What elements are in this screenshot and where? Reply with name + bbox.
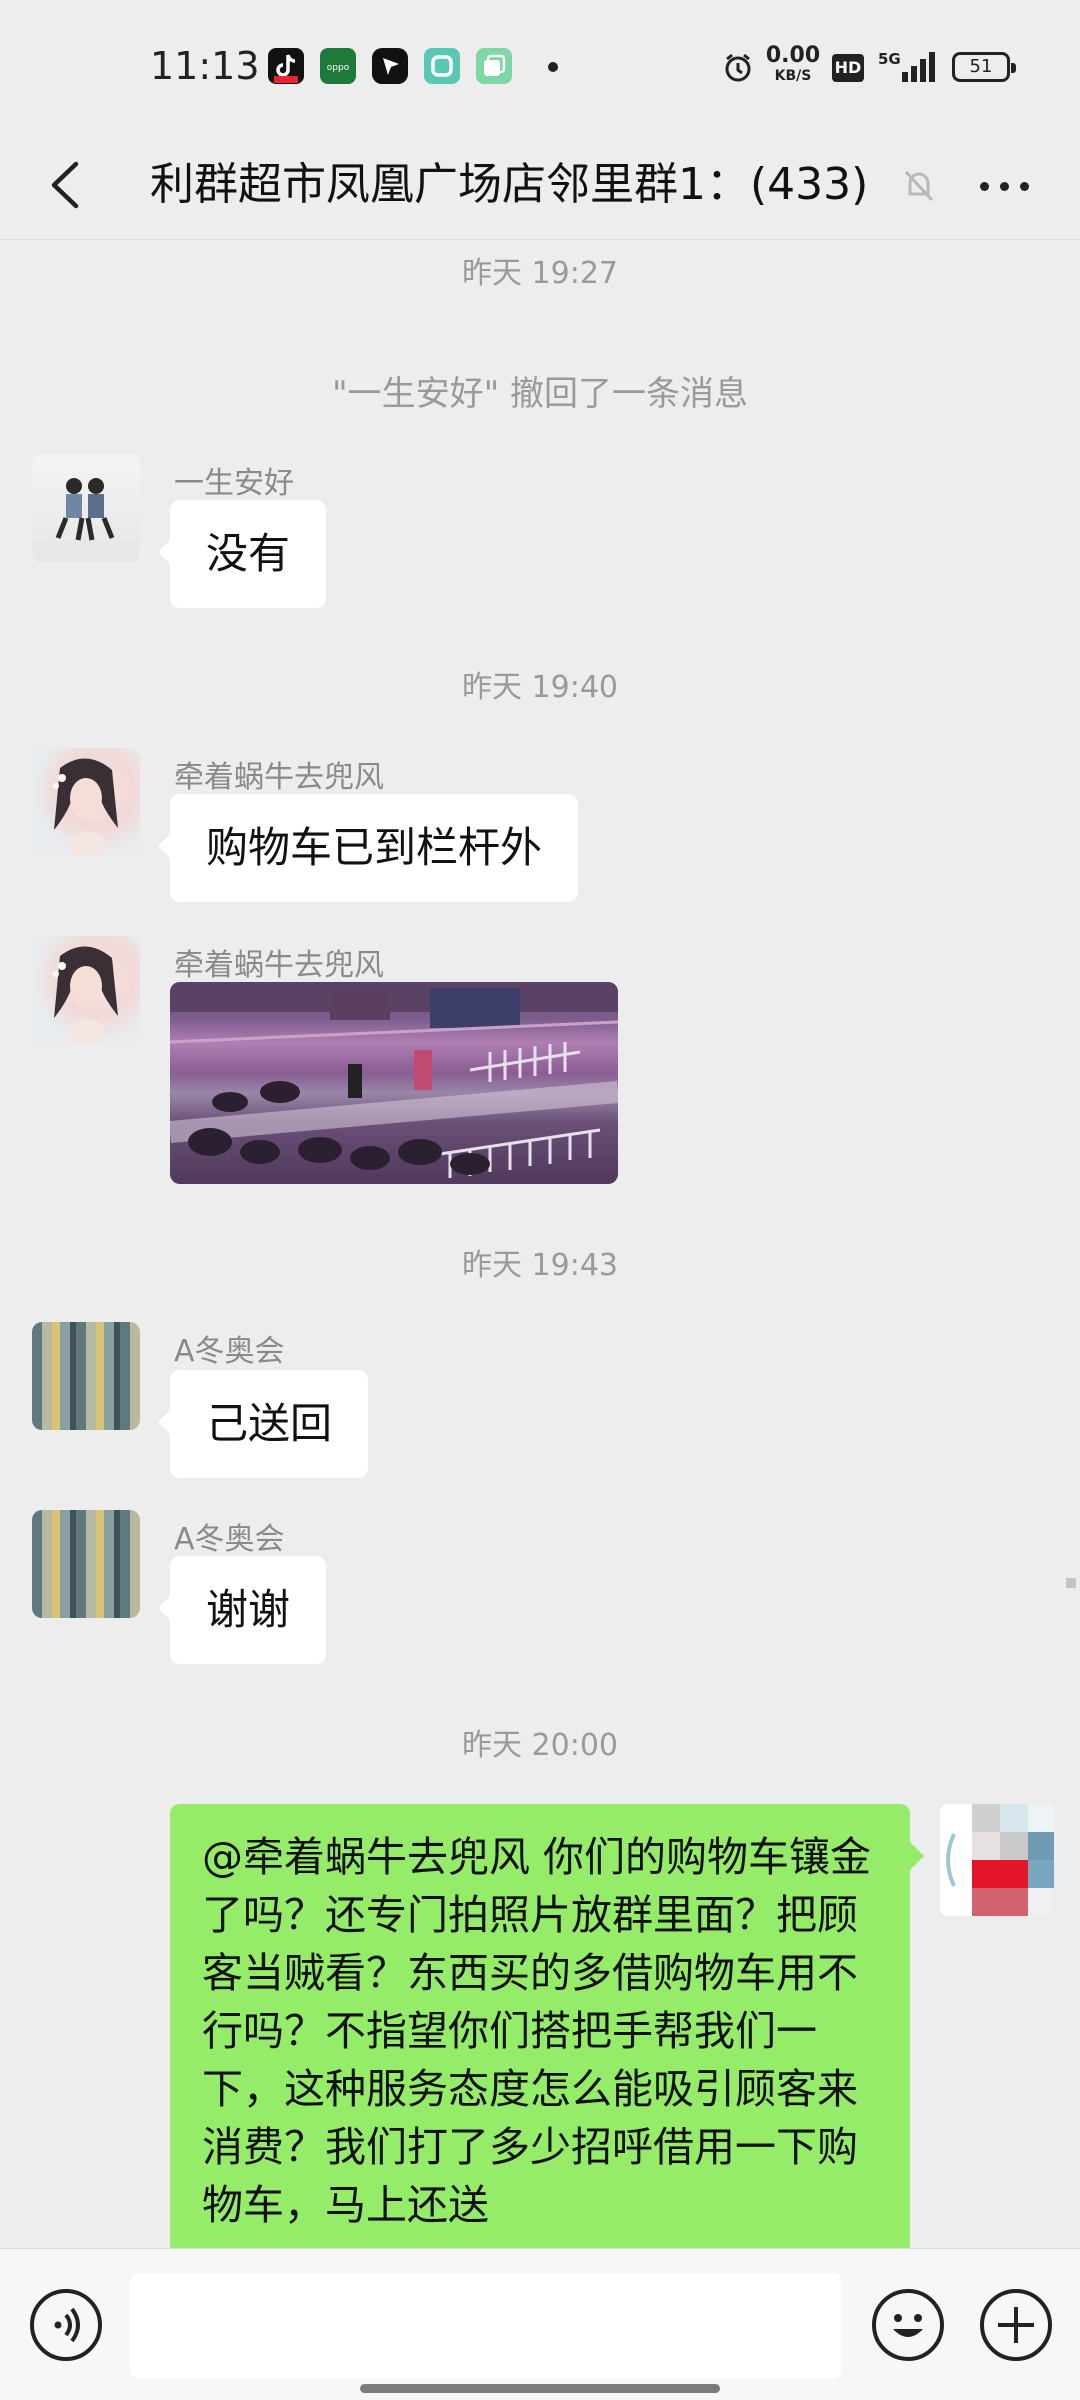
plus-icon[interactable] [980, 2289, 1052, 2361]
avatar[interactable] [32, 936, 140, 1044]
svg-text:oppo: oppo [327, 63, 350, 73]
avatar[interactable] [32, 748, 140, 856]
avatar[interactable] [32, 454, 140, 562]
scroll-indicator [1066, 1578, 1076, 1588]
emoji-icon[interactable] [872, 2289, 944, 2361]
input-bar [0, 2248, 1080, 2400]
camera-app-icon [424, 48, 460, 84]
message-input[interactable] [130, 2273, 842, 2379]
sender-name: 牵着蜗牛去兜风 [174, 948, 384, 983]
hd-badge: HD [832, 54, 864, 82]
arrow-app-icon [372, 48, 408, 84]
my-message-bubble[interactable]: @牵着蜗牛去兜风 你们的购物车镶金了吗？还专门拍照片放群里面？把顾客当贼看？东西… [170, 1804, 924, 2264]
my-avatar[interactable] [940, 1804, 1054, 1916]
sender-name: 牵着蜗牛去兜风 [174, 760, 384, 795]
mute-bell-icon [902, 168, 936, 204]
alarm-icon [722, 52, 754, 90]
timestamp: 昨天 19:40 [462, 670, 618, 705]
message-bubble[interactable]: 购物车已到栏杆外 [157, 794, 579, 902]
chat-title: 利群超市凤凰广场店邻里群1：(433) [150, 159, 869, 210]
message-bubble[interactable]: 己送回 [157, 1370, 369, 1478]
timestamp: 昨天 20:00 [462, 1728, 618, 1763]
oppo-store-icon: oppo [320, 48, 356, 84]
status-bar: 11:13 oppo 0.00 KB/S HD 5G 51 [0, 0, 1080, 130]
recall-notice: "一生安好" 撤回了一条消息 [331, 374, 749, 414]
sender-name: A冬奥会 [174, 1334, 285, 1369]
status-time: 11:13 [150, 44, 260, 88]
avatar[interactable] [32, 1510, 140, 1618]
timestamp: 昨天 19:43 [462, 1248, 618, 1283]
battery-icon: 51 [952, 52, 1016, 82]
timestamp: 昨天 19:27 [462, 256, 618, 291]
tiktok-icon [268, 48, 304, 84]
sender-name: A冬奥会 [174, 1522, 285, 1557]
notification-dot [548, 62, 558, 72]
gallery-app-icon [476, 48, 512, 84]
voice-icon[interactable] [30, 2289, 102, 2361]
signal-icon [900, 52, 935, 82]
back-arrow-icon[interactable] [32, 150, 102, 220]
home-indicator[interactable] [360, 2384, 720, 2393]
message-bubble[interactable]: 谢谢 [157, 1556, 327, 1664]
message-bubble[interactable]: 没有 [157, 500, 327, 608]
net-speed: 0.00 KB/S [765, 43, 821, 85]
avatar[interactable] [32, 1322, 140, 1430]
image-message[interactable] [170, 982, 618, 1184]
network-type: 5G [878, 50, 901, 68]
sender-name: 一生安好 [174, 466, 294, 501]
chat-header: 利群超市凤凰广场店邻里群1：(433) [0, 130, 1080, 240]
more-icon[interactable] [970, 160, 1040, 210]
